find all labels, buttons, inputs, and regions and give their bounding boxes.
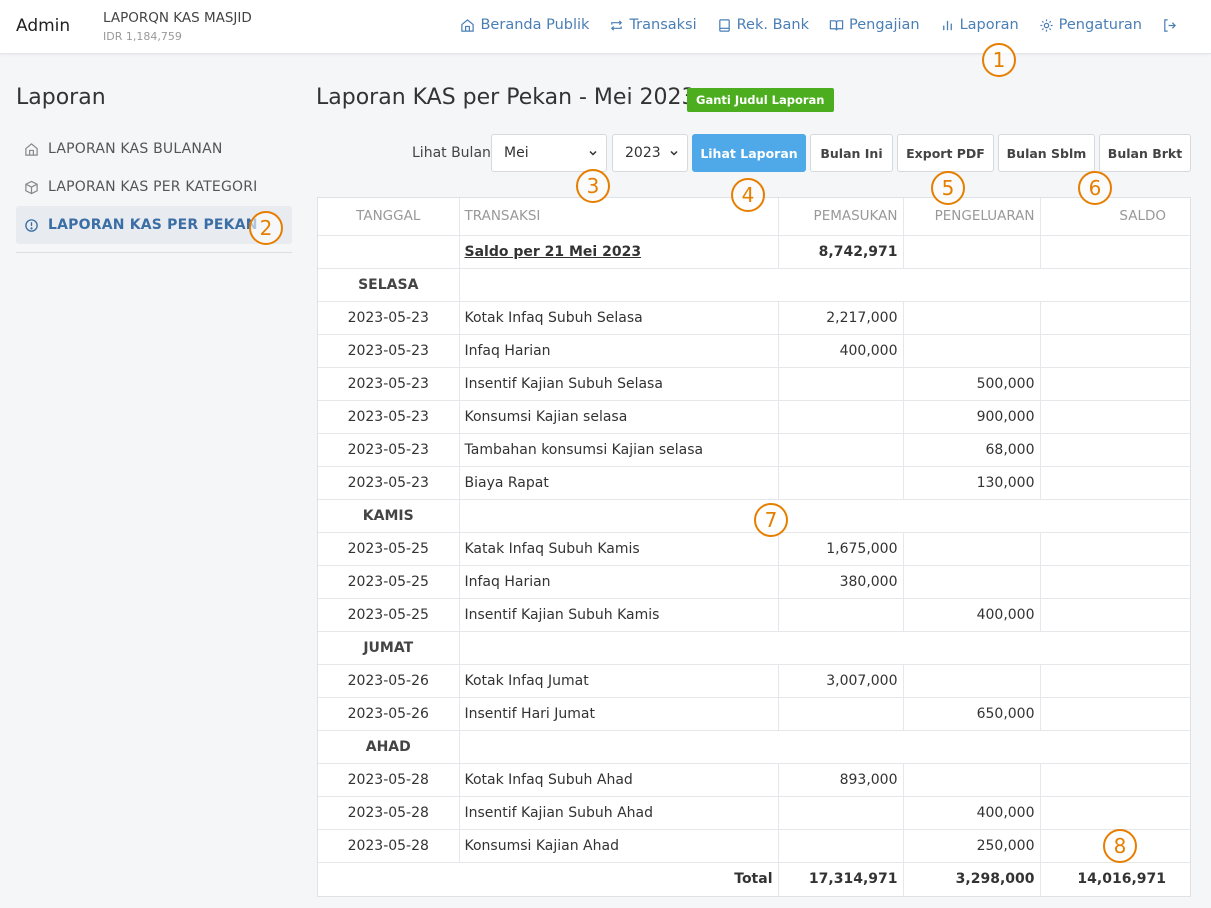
open-book-icon <box>829 19 844 30</box>
next-month-button[interactable]: Bulan Brkt <box>1099 134 1191 172</box>
table-row: 2023-05-23 Tambahan konsumsi Kajian sela… <box>318 433 1190 467</box>
book-icon <box>718 18 730 32</box>
header-date: TANGGAL <box>318 198 460 236</box>
day-label: SELASA <box>318 268 460 302</box>
main-nav: Beranda Publik Transaksi Rek. Bank Penga… <box>440 17 1177 33</box>
prev-month-button[interactable]: Bulan Sblm <box>998 134 1095 172</box>
report-table-container: TANGGAL TRANSAKSI PEMASUKAN PENGELUARAN … <box>317 197 1191 897</box>
annotation-marker-4: 4 <box>731 178 765 212</box>
total-balance: 14,016,971 <box>1077 871 1166 888</box>
sidebar-title: Laporan <box>16 85 106 110</box>
opening-balance-label[interactable]: Saldo per 21 Mei 2023 <box>465 244 642 260</box>
logout-icon <box>1164 18 1176 32</box>
home-icon <box>25 142 38 156</box>
year-select-value: 2023 <box>625 145 661 161</box>
annotation-marker-6: 6 <box>1078 171 1112 205</box>
nav-pengajian[interactable]: Pengajian <box>829 17 920 33</box>
table-row: 2023-05-23 Insentif Kajian Subuh Selasa … <box>318 367 1190 401</box>
nav-label: Pengaturan <box>1058 17 1142 33</box>
sidebar-item-label: LAPORAN KAS PER PEKAN <box>48 217 258 233</box>
header-expense: PENGELUARAN <box>903 198 1041 236</box>
table-row: 2023-05-28 Konsumsi Kajian Ahad 250,000 <box>318 829 1190 863</box>
sidebar-item-label: LAPORAN KAS PER KATEGORI <box>48 179 258 195</box>
total-income: 17,314,971 <box>778 862 904 896</box>
table-row: 2023-05-26 Kotak Infaq Jumat 3,007,000 <box>318 664 1190 698</box>
alert-circle-icon <box>25 218 38 232</box>
table-row: 2023-05-25 Insentif Kajian Subuh Kamis 4… <box>318 598 1190 632</box>
gear-icon <box>1040 18 1053 32</box>
table-row: 2023-05-23 Infaq Harian 400,000 <box>318 334 1190 368</box>
sidebar-item-laporan-kas-per-kategori[interactable]: LAPORAN KAS PER KATEGORI <box>16 168 292 206</box>
table-row: 2023-05-23 Konsumsi Kajian selasa 900,00… <box>318 400 1190 434</box>
app-info: LAPORQN KAS MASJID IDR 1,184,759 <box>103 10 252 43</box>
nav-laporan[interactable]: Laporan <box>940 17 1019 33</box>
day-label: KAMIS <box>318 499 460 533</box>
opening-balance-row: Saldo per 21 Mei 2023 8,742,971 <box>318 235 1190 269</box>
annotation-marker-8: 8 <box>1103 829 1137 863</box>
month-label: Lihat Bulan <box>412 145 491 161</box>
logout-button[interactable] <box>1162 17 1177 33</box>
sidebar-item-label: LAPORAN KAS BULANAN <box>48 141 223 157</box>
nav-label: Transaksi <box>629 17 697 33</box>
day-group-row: JUMAT <box>318 631 1190 665</box>
month-select[interactable]: Mei <box>491 134 607 172</box>
page-title: Laporan KAS per Pekan - Mei 2023 <box>316 85 696 110</box>
day-group-row: SELASA <box>318 268 1190 302</box>
month-select-value: Mei <box>504 145 529 161</box>
day-label: JUMAT <box>318 631 460 665</box>
total-expense: 3,298,000 <box>903 862 1041 896</box>
chevron-down-icon <box>670 150 678 156</box>
table-row: 2023-05-28 Insentif Kajian Subuh Ahad 40… <box>318 796 1190 830</box>
day-group-row: AHAD <box>318 730 1190 764</box>
top-navbar: Admin LAPORQN KAS MASJID IDR 1,184,759 B… <box>0 0 1211 54</box>
home-icon <box>461 18 475 32</box>
nav-label: Pengajian <box>849 17 920 33</box>
nav-label: Rek. Bank <box>736 17 810 33</box>
brand[interactable]: Admin <box>16 16 70 36</box>
export-pdf-button[interactable]: Export PDF <box>897 134 994 172</box>
app-name: LAPORQN KAS MASJID <box>103 10 252 26</box>
chevron-down-icon <box>589 150 597 156</box>
table-row: 2023-05-23 Biaya Rapat 130,000 <box>318 466 1190 500</box>
annotation-marker-3: 3 <box>576 169 610 203</box>
table-row: 2023-05-25 Infaq Harian 380,000 <box>318 565 1190 599</box>
table-row: 2023-05-26 Insentif Hari Jumat 650,000 <box>318 697 1190 731</box>
this-month-button[interactable]: Bulan Ini <box>810 134 893 172</box>
total-row: Total 17,314,971 3,298,000 14,016,971 <box>318 862 1190 896</box>
day-label: AHAD <box>318 730 460 764</box>
header-income: PEMASUKAN <box>778 198 904 236</box>
year-select[interactable]: 2023 <box>612 134 688 172</box>
nav-transaksi[interactable]: Transaksi <box>609 17 697 33</box>
table-row: 2023-05-23 Kotak Infaq Subuh Selasa 2,21… <box>318 301 1190 335</box>
box-icon <box>25 180 38 194</box>
nav-beranda-publik[interactable]: Beranda Publik <box>460 17 589 33</box>
opening-balance-value: 8,742,971 <box>778 235 904 269</box>
nav-label: Beranda Publik <box>480 17 590 33</box>
annotation-marker-7: 7 <box>754 503 788 537</box>
nav-label: Laporan <box>959 17 1019 33</box>
annotation-marker-5: 5 <box>931 171 965 205</box>
bar-chart-icon <box>942 20 952 30</box>
header-transaction: TRANSAKSI <box>459 198 779 236</box>
annotation-marker-2: 2 <box>249 211 283 245</box>
sidebar-item-laporan-kas-bulanan[interactable]: LAPORAN KAS BULANAN <box>16 130 292 168</box>
nav-pengaturan[interactable]: Pengaturan <box>1039 17 1142 33</box>
table-row: 2023-05-25 Katak Infaq Subuh Kamis 1,675… <box>318 532 1190 566</box>
report-table: TANGGAL TRANSAKSI PEMASUKAN PENGELUARAN … <box>318 198 1190 896</box>
annotation-marker-1: 1 <box>982 43 1016 77</box>
app-balance: IDR 1,184,759 <box>103 30 182 43</box>
header-balance: SALDO <box>1040 198 1190 236</box>
total-label: Total <box>318 862 779 896</box>
view-report-button[interactable]: Lihat Laporan <box>692 134 806 172</box>
nav-rek-bank[interactable]: Rek. Bank <box>717 17 809 33</box>
table-row: 2023-05-28 Kotak Infaq Subuh Ahad 893,00… <box>318 763 1190 797</box>
rename-report-button[interactable]: Ganti Judul Laporan <box>687 88 834 112</box>
repeat-icon <box>611 19 623 31</box>
